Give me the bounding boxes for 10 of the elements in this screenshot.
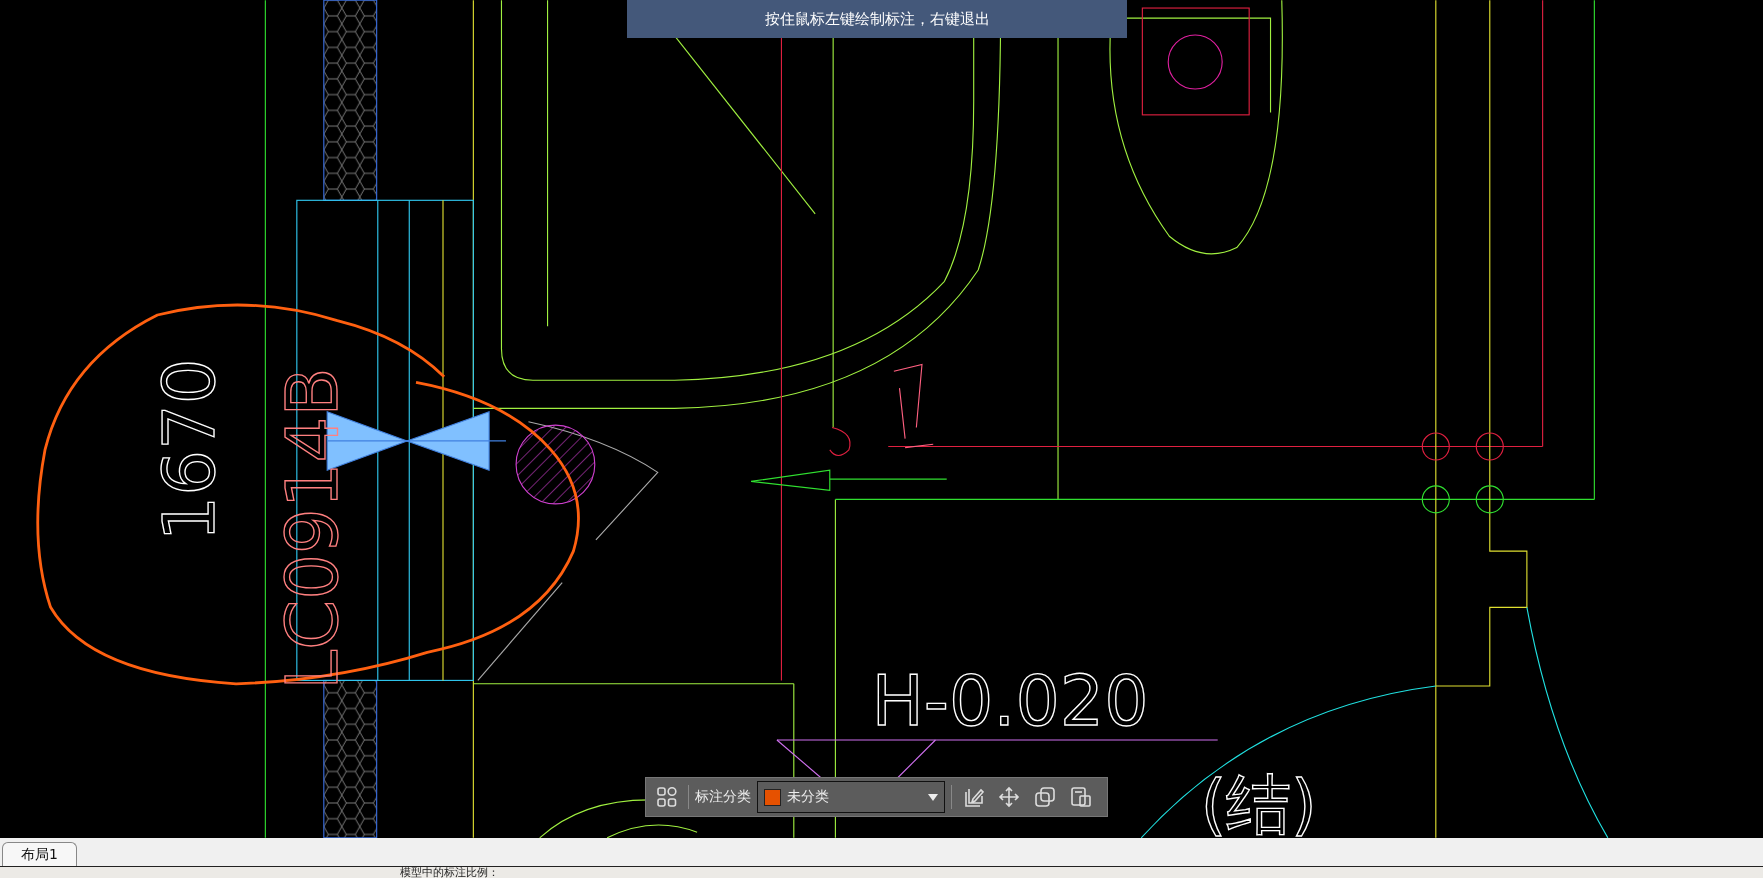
- drawing-label: 1670: [146, 358, 231, 542]
- hint-banner: 按住鼠标左键绘制标注，右键退出: [627, 0, 1127, 38]
- category-label: 标注分类: [695, 788, 751, 806]
- drawing-label: LC0914B: [270, 367, 355, 690]
- drawing-label: H-0.020: [871, 660, 1149, 742]
- status-text: 模型中的标注比例：: [400, 867, 499, 878]
- drawing-label: (结): [1200, 765, 1317, 838]
- layout-tab[interactable]: 布局1: [2, 842, 77, 866]
- caret-icon: [928, 793, 938, 801]
- category-dropdown[interactable]: 未分类: [757, 781, 945, 813]
